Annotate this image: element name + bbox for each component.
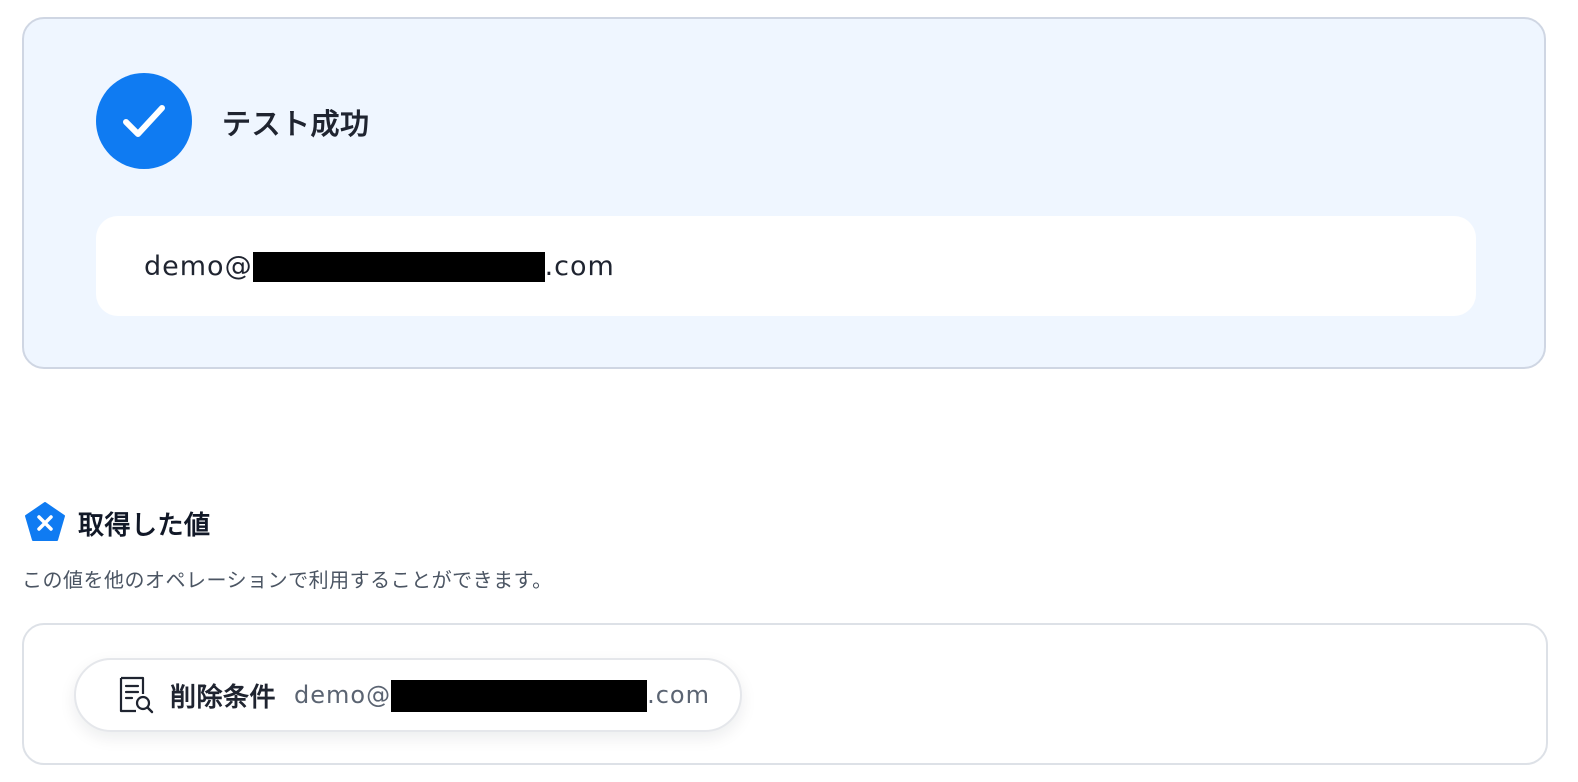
check-icon [96,73,192,169]
result-email-suffix: .com [544,250,615,282]
section-description: この値を他のオペレーションで利用することができます。 [22,568,553,592]
test-success-panel: テスト成功 demo@ .com [22,17,1546,369]
result-email: demo@ .com [144,250,615,282]
value-chip-delete-condition[interactable]: 削除条件 demo@ .com [74,658,742,732]
value-chip-value-suffix: .com [647,681,710,709]
redaction-bar [391,680,648,712]
value-chip-label: 削除条件 [170,682,277,713]
retrieved-values-panel: 削除条件 demo@ .com [22,623,1548,765]
value-chip-value: demo@ .com [294,678,710,712]
value-chip-value-prefix: demo@ [294,681,392,709]
x-badge-icon [25,502,65,541]
document-search-icon [119,676,154,714]
result-email-prefix: demo@ [144,250,253,282]
redaction-bar [252,252,545,282]
test-status-title: テスト成功 [222,107,370,141]
test-result-box: demo@ .com [96,216,1476,316]
section-title: 取得した値 [78,511,211,541]
